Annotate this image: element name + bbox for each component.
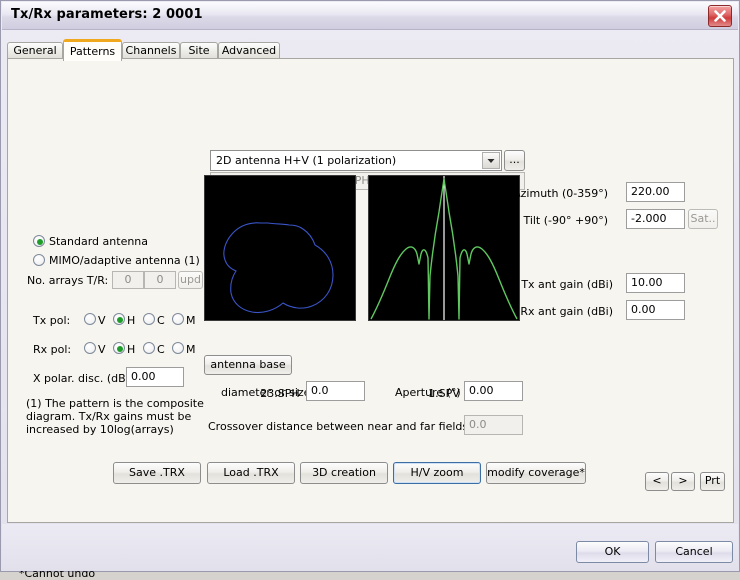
hv-zoom-button[interactable]: H/V zoom <box>393 462 481 484</box>
title-bar: Tx/Rx parameters: 2 0001 <box>2 2 738 30</box>
tab-general[interactable]: General <box>7 42 63 59</box>
tilt-input[interactable]: -2.000 <box>626 209 685 229</box>
radio-rx-pol-v[interactable] <box>84 342 96 354</box>
label-diameter-or-size: diameter or size <box>221 386 311 399</box>
patterns-panel: 2D antenna H+V (1 polarization) ... 23.S… <box>7 58 734 580</box>
label-tx-pol: Tx pol: <box>33 314 71 327</box>
label-crossover-distance: Crossover distance between near and far … <box>208 420 491 433</box>
rx-ant-gain-input[interactable]: 0.00 <box>626 300 685 320</box>
3d-creation-button[interactable]: 3D creation <box>300 462 388 484</box>
label-rx-pol-h: H <box>127 343 136 356</box>
update-arrays-button[interactable]: upd <box>178 271 203 289</box>
label-tx-pol-m: M <box>186 314 196 327</box>
diameter-input[interactable]: 0.0 <box>306 381 365 401</box>
label-rx-pol-c: C <box>157 343 165 356</box>
label-rx-pol: Rx pol: <box>33 343 72 356</box>
chevron-down-icon[interactable] <box>482 152 500 169</box>
label-azimuth: Azimuth (0-359°) <box>513 187 608 200</box>
tab-advanced[interactable]: Advanced <box>218 42 280 59</box>
prev-button[interactable]: < <box>645 472 669 491</box>
antenna-type-value: 2D antenna H+V (1 polarization) <box>216 154 397 167</box>
vertical-pattern-plot[interactable] <box>368 175 520 321</box>
load-trx-button[interactable]: Load .TRX <box>207 462 295 484</box>
radio-mimo-antenna[interactable] <box>33 254 45 266</box>
tab-strip: General Patterns Channels Site Advanced <box>7 39 735 61</box>
antenna-base-button[interactable]: antenna base <box>204 355 292 375</box>
radio-dot <box>37 239 43 245</box>
arrays-tx-input[interactable]: 0 <box>112 271 144 289</box>
label-tx-pol-c: C <box>157 314 165 327</box>
satellite-button[interactable]: Sat.. <box>688 209 718 229</box>
label-standard-antenna: Standard antenna <box>49 235 149 248</box>
dialog-window: Tx/Rx parameters: 2 0001 General Pattern… <box>0 0 740 580</box>
cancel-button[interactable]: Cancel <box>655 541 733 563</box>
radio-rx-pol-h[interactable] <box>113 342 125 354</box>
radio-tx-pol-m[interactable] <box>172 313 184 325</box>
label-rx-pol-m: M <box>186 343 196 356</box>
xpolar-disc-input[interactable]: 0.00 <box>126 367 184 387</box>
label-aperture: Aperture (°) <box>395 386 461 399</box>
antenna-type-select[interactable]: 2D antenna H+V (1 polarization) <box>210 150 502 171</box>
print-button[interactable]: Prt <box>700 472 725 491</box>
next-button[interactable]: > <box>671 472 695 491</box>
horizontal-pattern-plot[interactable] <box>204 175 356 321</box>
radio-tx-pol-h[interactable] <box>113 313 125 325</box>
radio-rx-pol-c[interactable] <box>143 342 155 354</box>
radio-rx-pol-m[interactable] <box>172 342 184 354</box>
dialog-footer: OK Cancel <box>2 524 738 571</box>
modify-coverage-button[interactable]: modify coverage* <box>486 462 586 484</box>
ok-button[interactable]: OK <box>576 541 649 563</box>
label-tx-pol-v: V <box>98 314 106 327</box>
save-trx-button[interactable]: Save .TRX <box>113 462 201 484</box>
radio-standard-antenna[interactable] <box>33 235 45 247</box>
azimuth-input[interactable]: 220.00 <box>626 182 685 202</box>
label-no-arrays: No. arrays T/R: <box>27 274 109 287</box>
label-tilt: Tilt (-90° +90°) <box>523 214 608 227</box>
radio-tx-pol-v[interactable] <box>84 313 96 325</box>
radio-dot <box>117 346 123 352</box>
close-button[interactable] <box>708 5 732 27</box>
label-rx-ant-gain: Rx ant gain (dBi) <box>520 305 613 318</box>
tab-channels[interactable]: Channels <box>122 42 180 59</box>
label-rx-pol-v: V <box>98 343 106 356</box>
footnote-text: (1) The pattern is the composite diagram… <box>26 397 204 436</box>
tab-patterns[interactable]: Patterns <box>63 39 122 61</box>
tx-ant-gain-input[interactable]: 10.00 <box>626 273 685 293</box>
browse-button[interactable]: ... <box>504 150 525 171</box>
label-xpolar-disc: X polar. disc. (dB) <box>33 372 130 385</box>
label-mimo-antenna: MIMO/adaptive antenna (1) <box>49 254 200 267</box>
tab-site[interactable]: Site <box>180 42 218 59</box>
radio-dot <box>117 317 123 323</box>
window-title: Tx/Rx parameters: 2 0001 <box>11 7 203 22</box>
arrays-rx-input[interactable]: 0 <box>144 271 176 289</box>
crossover-input: 0.0 <box>464 415 523 435</box>
label-tx-pol-h: H <box>127 314 136 327</box>
radio-tx-pol-c[interactable] <box>143 313 155 325</box>
label-tx-ant-gain: Tx ant gain (dBi) <box>521 278 613 291</box>
aperture-input[interactable]: 0.00 <box>464 381 523 401</box>
